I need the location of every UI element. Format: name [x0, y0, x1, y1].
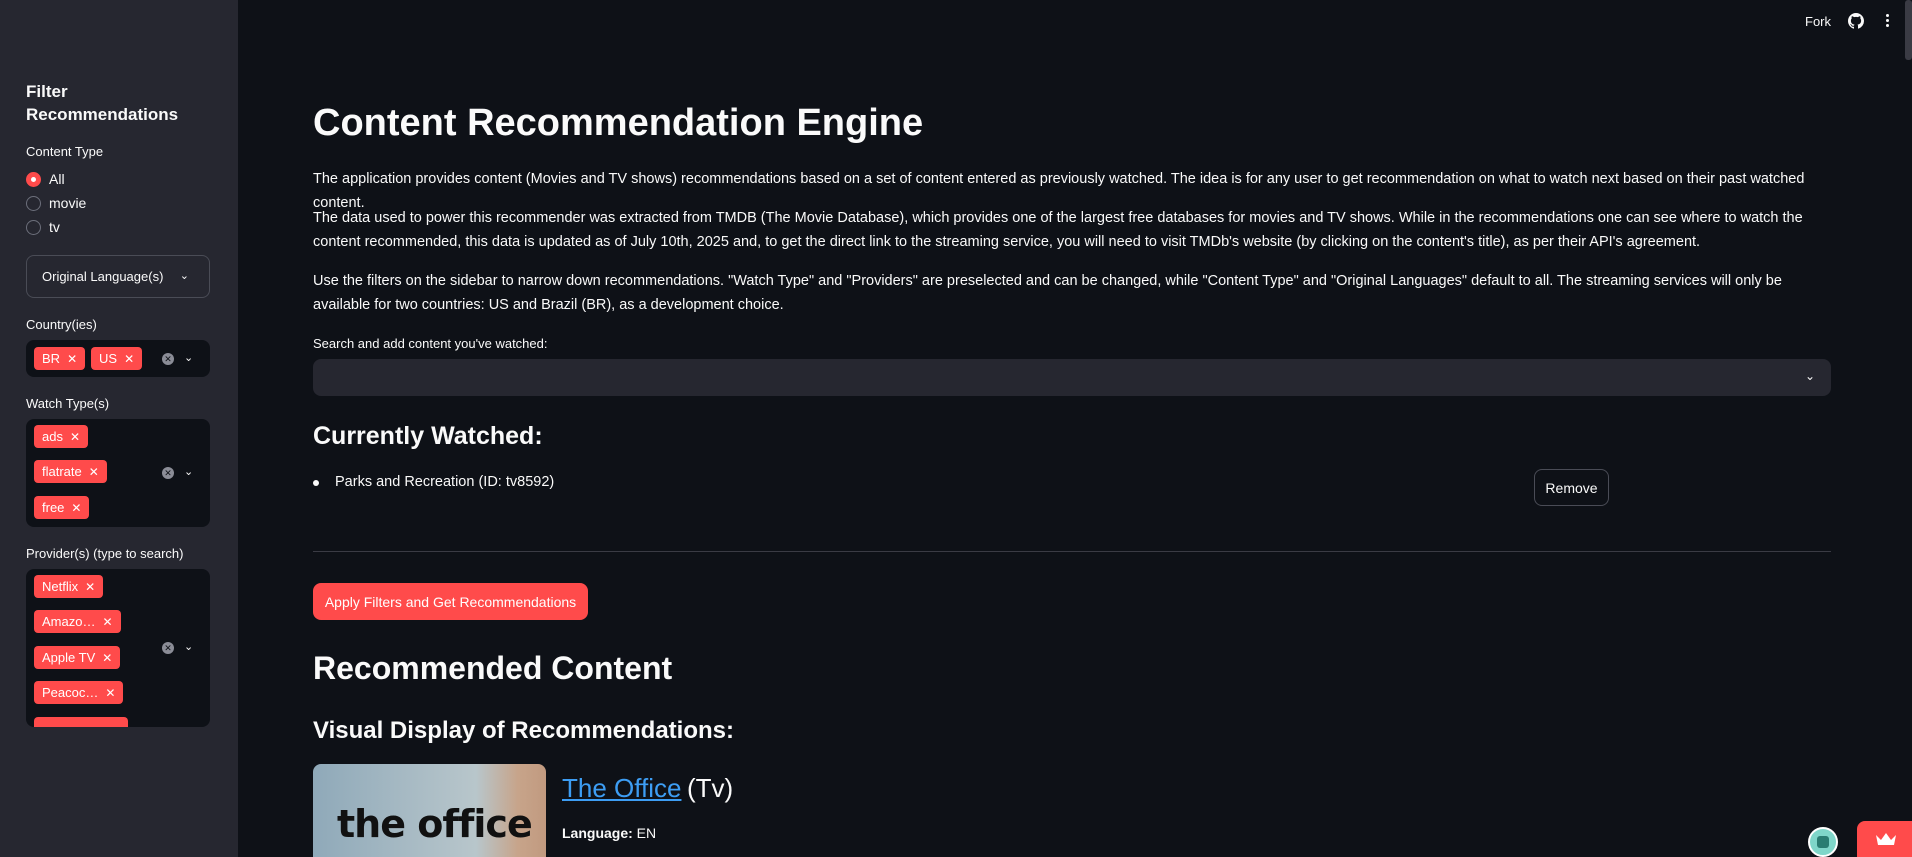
chevron-down-icon: ⌄ — [179, 270, 189, 282]
tag-apple-tv: Apple TV ✕ — [34, 646, 121, 669]
radio-unchecked-icon — [26, 195, 41, 211]
poster-image: the office — [313, 764, 546, 857]
streamlit-badge[interactable] — [1857, 821, 1912, 857]
language-label: Language: — [562, 825, 633, 841]
watch-types-multiselect[interactable]: ads ✕ flatrate ✕ free ✕ ✕ ⌄ — [26, 419, 210, 527]
scrollbar[interactable] — [1905, 0, 1912, 60]
radio-checked-icon — [26, 171, 41, 187]
search-label: Search and add content you've watched: — [313, 336, 548, 351]
tag-label: Amazo… — [42, 614, 96, 629]
language-value: EN — [636, 825, 657, 841]
app-status-icon[interactable] — [1808, 827, 1838, 857]
clear-all-icon[interactable]: ✕ — [162, 642, 174, 654]
remove-button[interactable]: Remove — [1534, 469, 1609, 506]
recommendation-title-link[interactable]: The Office — [562, 773, 681, 804]
tag-label: ads — [42, 429, 63, 444]
tag-br: BR ✕ — [34, 347, 86, 370]
sidebar-title: Filter Recommendations — [26, 82, 179, 124]
remove-tag-icon[interactable]: ✕ — [71, 501, 81, 515]
radio-label: All — [49, 171, 65, 187]
tag-us: US ✕ — [91, 347, 143, 370]
remove-tag-icon[interactable]: ✕ — [89, 465, 99, 479]
countries-multiselect[interactable]: BR ✕ US ✕ ✕ ⌄ — [26, 340, 210, 377]
radio-all[interactable]: All — [26, 171, 65, 187]
currently-watched-heading: Currently Watched: — [313, 422, 543, 450]
radio-label: tv — [49, 219, 60, 235]
tag-peacock: Peacoc… ✕ — [34, 681, 124, 704]
content-search-select[interactable]: ⌄ — [313, 359, 1831, 396]
more-menu-icon[interactable] — [1884, 12, 1890, 30]
recommendation-type: (Tv) — [687, 773, 734, 803]
remove-tag-icon[interactable]: ✕ — [102, 615, 112, 629]
radio-unchecked-icon — [26, 219, 41, 235]
chevron-down-icon[interactable]: ⌄ — [184, 640, 193, 653]
remove-tag-icon[interactable]: ✕ — [105, 686, 115, 700]
tag-flatrate: flatrate ✕ — [34, 460, 107, 483]
original-language-select[interactable]: Original Language(s) ⌄ — [26, 255, 210, 298]
sidebar: Filter Recommendations Content Type All … — [0, 0, 238, 857]
crown-icon — [1876, 833, 1896, 845]
tag-free: free ✕ — [34, 496, 90, 519]
recommendation-language: Language: EN — [562, 825, 656, 841]
watched-item: Parks and Recreation (ID: tv8592) — [335, 474, 555, 490]
radio-movie[interactable]: movie — [26, 195, 86, 211]
providers-multiselect[interactable]: Netflix ✕ Amazo… ✕ Apple TV ✕ Peacoc… ✕ ✕ ⌄ — [26, 569, 210, 727]
chevron-down-icon[interactable]: ⌄ — [184, 351, 193, 364]
remove-tag-icon[interactable]: ✕ — [124, 352, 134, 366]
poster-title: the office — [337, 802, 533, 846]
tag-label: free — [42, 500, 65, 515]
remove-tag-icon[interactable]: ✕ — [67, 352, 77, 366]
radio-label: movie — [49, 195, 87, 211]
tag-ads: ads ✕ — [34, 425, 89, 448]
tag-label: Peacoc… — [42, 685, 99, 700]
countries-label: Country(ies) — [26, 317, 97, 332]
tag-partial — [34, 717, 128, 727]
tag-label: Apple TV — [42, 650, 96, 665]
fork-link[interactable]: Fork — [1805, 14, 1831, 29]
apply-filters-button[interactable]: Apply Filters and Get Recommendations — [313, 583, 588, 620]
remove-tag-icon[interactable]: ✕ — [70, 430, 80, 444]
visual-display-heading: Visual Display of Recommendations: — [313, 717, 734, 744]
divider — [313, 551, 1831, 552]
bullet — [313, 480, 319, 486]
content-type-label: Content Type — [26, 144, 104, 159]
page-title: Content Recommendation Engine — [313, 102, 924, 144]
recommended-heading: Recommended Content — [313, 650, 673, 686]
chevron-down-icon[interactable]: ⌄ — [184, 465, 193, 478]
original-language-placeholder: Original Language(s) — [42, 269, 164, 284]
filters-paragraph: Use the filters on the sidebar to narrow… — [313, 273, 1782, 313]
tag-label: Netflix — [42, 579, 79, 594]
tag-amazon: Amazo… ✕ — [34, 610, 121, 633]
radio-tv[interactable]: tv — [26, 219, 60, 235]
remove-tag-icon[interactable]: ✕ — [102, 651, 112, 665]
tag-label: flatrate — [42, 464, 82, 479]
github-icon[interactable] — [1848, 13, 1864, 29]
providers-label: Provider(s) (type to search) — [26, 546, 184, 561]
watch-types-label: Watch Type(s) — [26, 396, 110, 411]
clear-all-icon[interactable]: ✕ — [162, 353, 174, 365]
data-paragraph: The data used to power this recommender … — [313, 210, 1803, 250]
clear-all-icon[interactable]: ✕ — [162, 467, 174, 479]
tag-label: BR — [42, 351, 61, 366]
chevron-down-icon: ⌄ — [1804, 369, 1815, 383]
tag-label: US — [99, 351, 118, 366]
tag-netflix: Netflix ✕ — [34, 575, 104, 598]
remove-tag-icon[interactable]: ✕ — [85, 580, 95, 594]
